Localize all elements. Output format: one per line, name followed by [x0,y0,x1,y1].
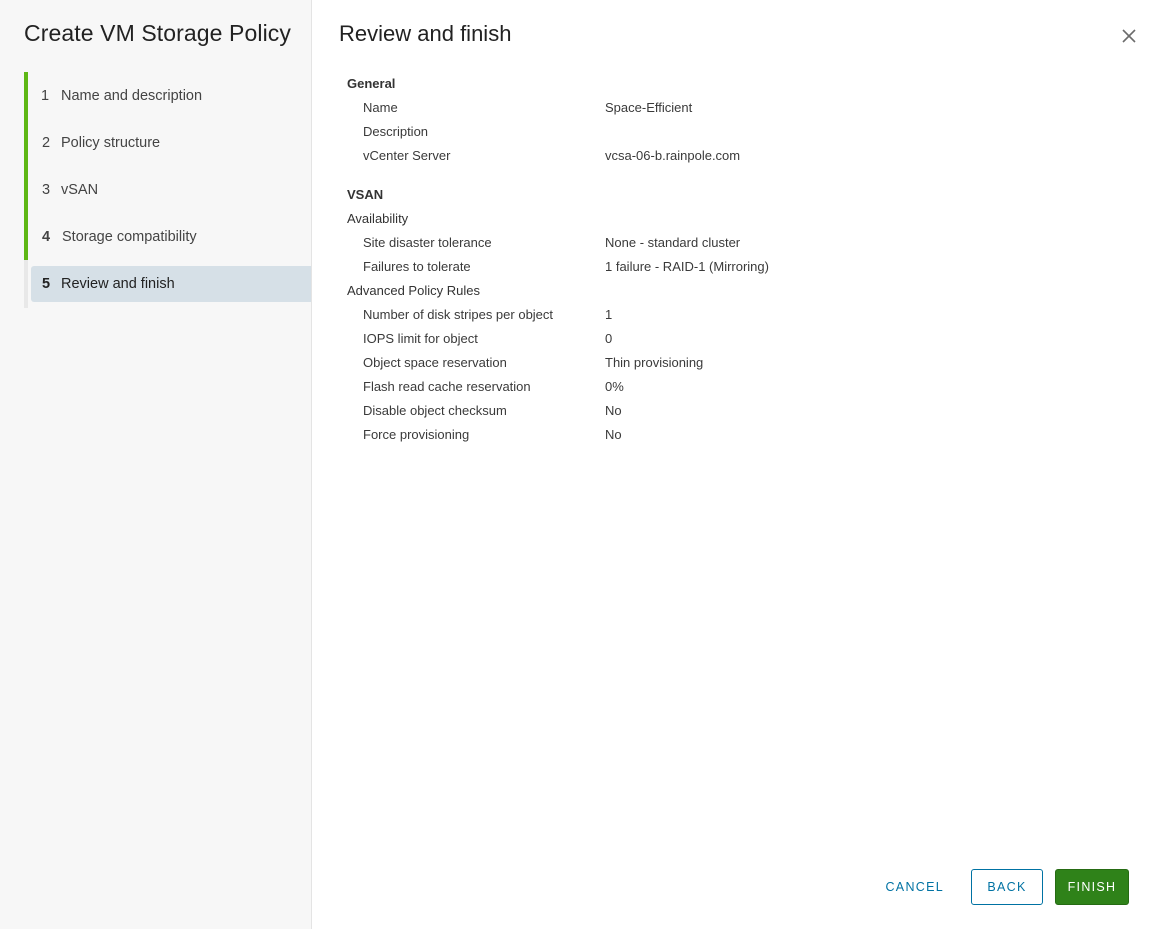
row-value: No [605,403,622,418]
page-title: Review and finish [339,21,512,46]
row-key: Flash read cache reservation [363,379,531,394]
row-value: 0 [605,331,613,346]
summary-row: Disable object checksum No [347,399,1047,423]
step-progress-bar [24,119,28,166]
main-panel: Review and finish General Name Space-Eff… [312,0,1152,929]
step-number: 1 [41,87,50,104]
row-key: Object space reservation [363,355,507,370]
summary-row: Name Space-Efficient [347,96,1047,120]
row-value: Thin provisioning [605,355,704,370]
summary-row: IOPS limit for object 0 [347,327,1047,351]
row-key: Description [363,124,429,139]
close-icon [1122,29,1136,43]
section-vsan-heading: VSAN [347,187,384,202]
row-key: Force provisioning [363,427,470,442]
summary-row: Object space reservation Thin provisioni… [347,351,1047,375]
row-value: Space-Efficient [605,100,693,115]
step-progress-bar [24,72,28,119]
row-key: Disable object checksum [363,403,507,418]
step-progress-bar [24,213,28,260]
advanced-rules-heading: Advanced Policy Rules [347,283,480,298]
wizard-footer: CANCEL BACK FINISH [873,869,1129,905]
wizard-sidebar: Create VM Storage Policy 1 Name and desc… [0,0,312,929]
summary-row: Force provisioning No [347,423,1047,447]
row-value: 0% [605,379,624,394]
close-button[interactable] [1118,25,1140,47]
step-number: 5 [42,276,51,292]
finish-button[interactable]: FINISH [1055,869,1129,905]
review-summary: General Name Space-Efficient Description… [347,72,1047,447]
back-button[interactable]: BACK [971,869,1043,905]
step-label: Review and finish [61,276,175,292]
row-key: Number of disk stripes per object [363,307,554,322]
step-label: Name and description [61,87,203,104]
step-label: vSAN [61,181,99,198]
wizard-steps: 1 Name and description 2 Policy structur… [24,72,311,308]
step-progress-bar [24,260,28,302]
step-progress-bar [24,166,28,213]
summary-row: Site disaster tolerance None - standard … [347,231,1047,255]
row-key: Failures to tolerate [363,259,471,274]
step-progress-tail [24,302,28,308]
step-label: Storage compatibility [62,228,197,245]
row-key: vCenter Server [363,148,451,163]
section-general-heading: General [347,76,396,91]
summary-row: Description [347,120,1047,144]
row-value: vcsa-06-b.rainpole.com [605,148,741,163]
summary-row: Number of disk stripes per object 1 [347,303,1047,327]
row-key: Name [363,100,398,115]
step-vsan[interactable]: 3 vSAN [24,166,311,213]
summary-row: Failures to tolerate 1 failure - RAID-1 … [347,255,1047,279]
step-number: 2 [42,134,51,151]
step-number: 4 [42,228,51,245]
row-value: 1 [605,307,613,322]
step-number: 3 [42,181,51,198]
row-key: IOPS limit for object [363,331,478,346]
row-key: Site disaster tolerance [363,235,492,250]
wizard-title: Create VM Storage Policy [24,20,292,46]
summary-row: Flash read cache reservation 0% [347,375,1047,399]
step-policy-structure[interactable]: 2 Policy structure [24,119,311,166]
row-value: 1 failure - RAID-1 (Mirroring) [605,259,769,274]
summary-row: vCenter Server vcsa-06-b.rainpole.com [347,144,1047,168]
row-value: None - standard cluster [605,235,741,250]
cancel-button[interactable]: CANCEL [873,869,956,905]
row-value: No [605,427,622,442]
step-name-and-description[interactable]: 1 Name and description [24,72,311,119]
step-storage-compatibility[interactable]: 4 Storage compatibility [24,213,311,260]
step-review-and-finish[interactable]: 5 Review and finish [24,260,311,302]
step-label: Policy structure [61,134,161,151]
availability-heading: Availability [347,211,409,226]
